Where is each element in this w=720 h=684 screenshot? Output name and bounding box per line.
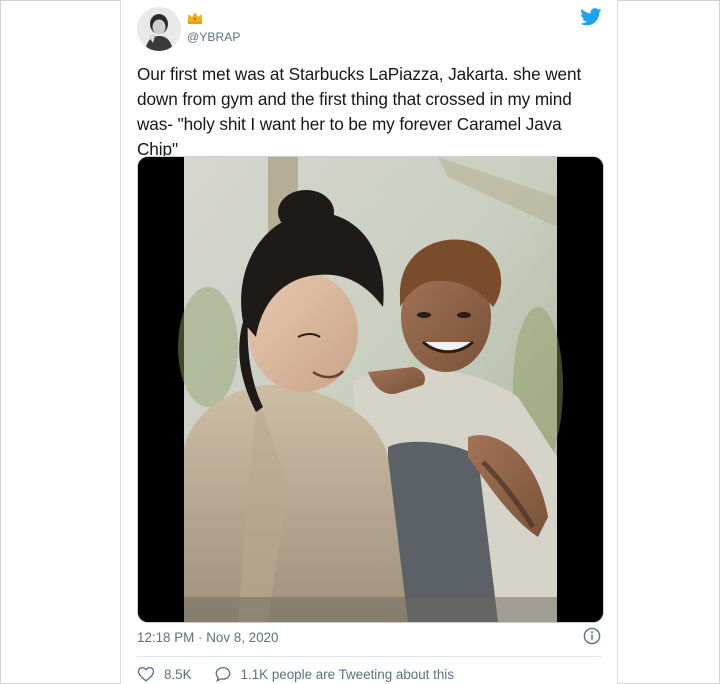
tweet-text: Our first met was at Starbucks LaPiazza,…: [137, 64, 582, 159]
heart-icon[interactable]: [137, 665, 155, 683]
tweet-card[interactable]: @YBRAP Our first met was at Starbucks La…: [120, 0, 618, 684]
like-count[interactable]: 8.5K: [164, 667, 192, 682]
twitter-bird-icon[interactable]: [580, 8, 602, 26]
divider: [137, 656, 602, 657]
avatar-photo: [137, 7, 181, 51]
tweet-actions: 8.5K 1.1K people are Tweeting about this: [137, 664, 454, 684]
photo-content: [138, 157, 603, 622]
conversation-count[interactable]: 1.1K people are Tweeting about this: [241, 667, 454, 682]
avatar[interactable]: [137, 7, 181, 51]
crown-icon: [187, 12, 203, 24]
tweet-photo[interactable]: [137, 156, 604, 623]
speech-bubble-icon[interactable]: [214, 665, 232, 683]
tweet-timestamp[interactable]: 12:18 PM · Nov 8, 2020: [137, 630, 278, 645]
info-icon[interactable]: [583, 627, 601, 645]
user-handle[interactable]: @YBRAP: [187, 30, 240, 44]
